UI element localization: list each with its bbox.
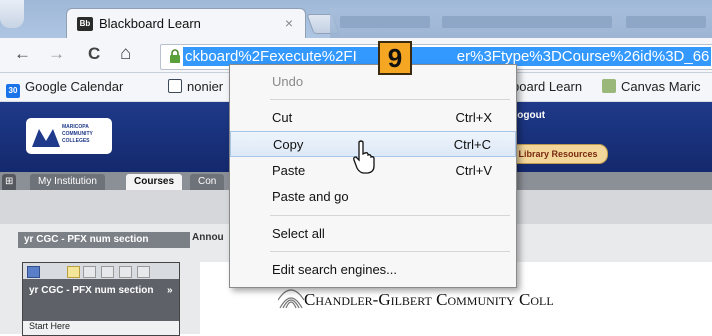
tab-content[interactable]: Con <box>190 174 225 190</box>
background-tabs <box>330 8 712 38</box>
list-view-icon[interactable] <box>83 266 96 278</box>
course-menu-item[interactable]: Start Here <box>23 321 179 335</box>
menu-separator <box>270 99 510 100</box>
grid-icon[interactable] <box>137 266 150 278</box>
menu-item-undo[interactable]: Undo <box>230 69 516 95</box>
menu-label: Cut <box>272 110 293 125</box>
library-resources-button[interactable]: Library Resources <box>508 144 608 164</box>
hand-cursor-icon <box>353 140 375 174</box>
course-menu: yr CGC - PFX num section » Start Here <box>22 262 180 336</box>
course-menu-toolbar <box>23 263 179 279</box>
menu-separator <box>270 215 510 216</box>
tab-courses[interactable]: Courses <box>126 174 183 190</box>
course-menu-item-label: Start Here <box>29 321 71 331</box>
bookmark-label: board Learn <box>512 79 583 94</box>
tab-my-institution[interactable]: My Institution <box>30 174 105 190</box>
forward-icon[interactable]: → <box>48 44 65 64</box>
step-number-badge: 9 <box>378 41 412 75</box>
bookmark-label: Canvas Maric <box>621 79 701 94</box>
menu-label: Paste <box>272 163 306 178</box>
background-tab[interactable] <box>340 16 430 28</box>
bookmark-label: Google Calendar <box>25 79 124 94</box>
bookmark-blackboard-learn[interactable]: board Learn <box>512 79 582 94</box>
menu-item-paste-and-go[interactable]: Paste and go <box>230 184 516 210</box>
home-icon[interactable]: ⌂ <box>120 44 131 64</box>
window-icon[interactable] <box>101 266 114 278</box>
add-icon[interactable] <box>27 266 40 278</box>
background-tab[interactable] <box>442 16 612 28</box>
menu-separator <box>270 251 510 252</box>
lock-icon <box>170 49 180 63</box>
bookmark-label: nonier <box>187 79 224 94</box>
maricopa-logo[interactable]: MARICOPA COMMUNITY COLLEGES <box>26 118 112 154</box>
breadcrumb[interactable]: yr CGC - PFX num section <box>18 232 190 248</box>
tab-strip: Bb Blackboard Learn × <box>0 0 712 39</box>
menu-item-edit-search-engines[interactable]: Edit search engines... <box>230 257 516 283</box>
expand-arrow-icon[interactable]: » <box>167 285 173 297</box>
url-part: er%3Ftype%3DCourse%26id%3D_66 <box>456 48 710 65</box>
menu-label: Paste and go <box>272 189 349 204</box>
collapse-icon[interactable]: ⊞ <box>2 174 17 190</box>
bookmark-google-calendar[interactable]: 30 Google Calendar <box>6 79 123 98</box>
menu-label: Edit search engines... <box>272 262 398 277</box>
tab-title: Blackboard Learn <box>99 16 201 31</box>
maricopa-mark-icon <box>32 129 60 147</box>
breadcrumb-announcements[interactable]: Annou <box>192 232 224 243</box>
url-part: ckboard%2Fexecute%2FI <box>185 48 357 65</box>
menu-shortcut: Ctrl+C <box>453 137 491 152</box>
canvas-icon <box>602 79 616 93</box>
course-title: yr CGC - PFX num section <box>29 285 154 296</box>
bookmark-canvas[interactable]: Canvas Maric <box>602 79 700 94</box>
refresh-icon[interactable] <box>119 266 132 278</box>
reload-icon[interactable]: C <box>88 44 100 64</box>
menu-item-select-all[interactable]: Select all <box>230 221 516 247</box>
course-menu-title[interactable]: yr CGC - PFX num section » <box>29 285 179 297</box>
tab-close-icon[interactable]: × <box>285 15 293 31</box>
blackboard-favicon-icon: Bb <box>77 17 93 31</box>
menu-item-cut[interactable]: Cut Ctrl+X <box>230 105 516 131</box>
college-name: Chandler-Gilbert Community Coll <box>304 290 554 309</box>
tab-blackboard-learn[interactable]: Bb Blackboard Learn × <box>66 8 306 39</box>
menu-shortcut: Ctrl+V <box>455 163 492 178</box>
menu-label: Copy <box>273 137 304 152</box>
menu-shortcut: Ctrl+X <box>455 110 492 125</box>
bookmark-nonier[interactable]: nonier <box>168 79 223 94</box>
mail-icon <box>168 79 182 93</box>
folder-view-icon[interactable] <box>67 266 80 278</box>
profile-icon[interactable] <box>0 0 24 28</box>
menu-label: Select all <box>272 226 325 241</box>
context-menu: Undo Cut Ctrl+X Copy Ctrl+C Paste Ctrl+V Pa… <box>229 64 517 288</box>
back-icon[interactable]: ← <box>14 44 31 64</box>
calendar-icon: 30 <box>6 84 20 98</box>
background-tab[interactable] <box>626 16 706 28</box>
logo-text: MARICOPA COMMUNITY COLLEGES <box>62 124 93 144</box>
menu-label: Undo <box>272 74 304 89</box>
